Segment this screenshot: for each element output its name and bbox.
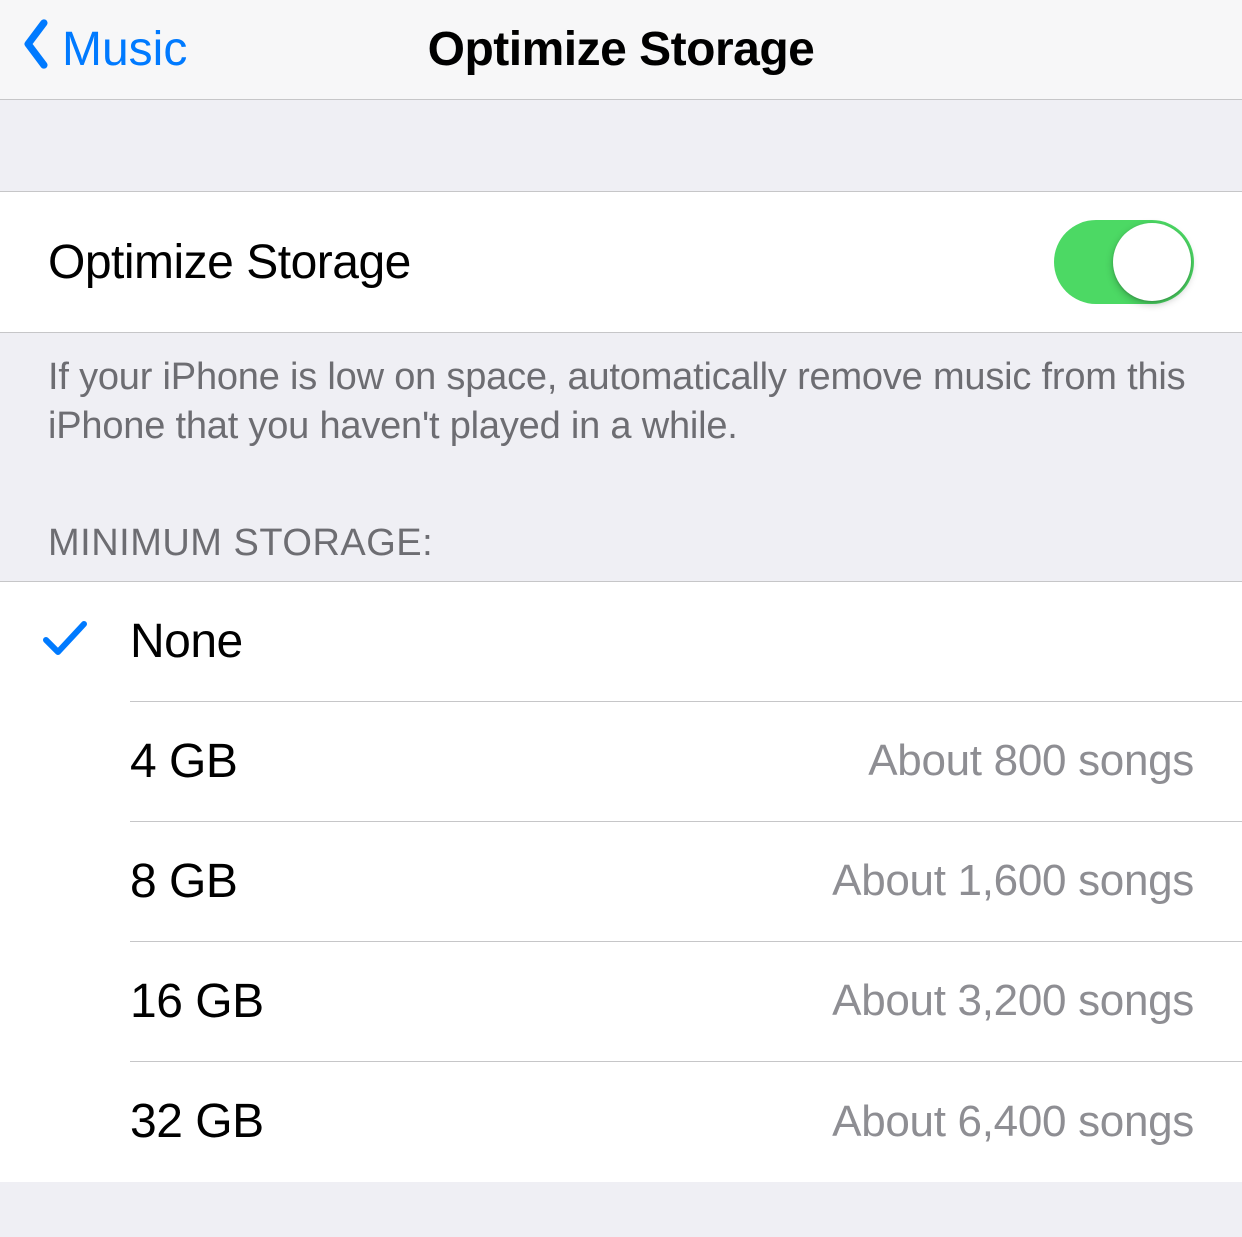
storage-option-none[interactable]: None <box>0 582 1242 702</box>
option-label: 4 GB <box>130 734 237 789</box>
back-label: Music <box>62 22 187 77</box>
switch-thumb <box>1113 223 1191 301</box>
optimize-storage-label: Optimize Storage <box>48 235 411 290</box>
storage-option-4gb[interactable]: 4 GB About 800 songs <box>0 702 1242 822</box>
chevron-left-icon <box>20 19 52 81</box>
optimize-storage-switch[interactable] <box>1054 220 1194 304</box>
storage-option-8gb[interactable]: 8 GB About 1,600 songs <box>0 822 1242 942</box>
section-gap <box>0 100 1242 192</box>
option-label: 8 GB <box>130 854 237 909</box>
option-detail: About 3,200 songs <box>832 976 1194 1026</box>
navigation-bar: Music Optimize Storage <box>0 0 1242 100</box>
back-button[interactable]: Music <box>20 0 187 99</box>
option-detail: About 1,600 songs <box>832 856 1194 906</box>
storage-option-32gb[interactable]: 32 GB About 6,400 songs <box>0 1062 1242 1182</box>
storage-option-16gb[interactable]: 16 GB About 3,200 songs <box>0 942 1242 1062</box>
minimum-storage-header: MINIMUM STORAGE: <box>0 452 1242 581</box>
option-detail: About 6,400 songs <box>832 1097 1194 1147</box>
option-label: 16 GB <box>130 974 264 1029</box>
optimize-storage-row: Optimize Storage <box>0 192 1242 333</box>
option-label: None <box>130 614 243 669</box>
optimize-storage-description: If your iPhone is low on space, automati… <box>0 333 1242 452</box>
page-title: Optimize Storage <box>428 22 815 77</box>
minimum-storage-list: None 4 GB About 800 songs 8 GB About 1,6… <box>0 581 1242 1182</box>
option-label: 32 GB <box>130 1094 264 1149</box>
option-detail: About 800 songs <box>868 736 1194 786</box>
switch-track <box>1054 220 1194 304</box>
checkmark-icon <box>41 618 89 665</box>
